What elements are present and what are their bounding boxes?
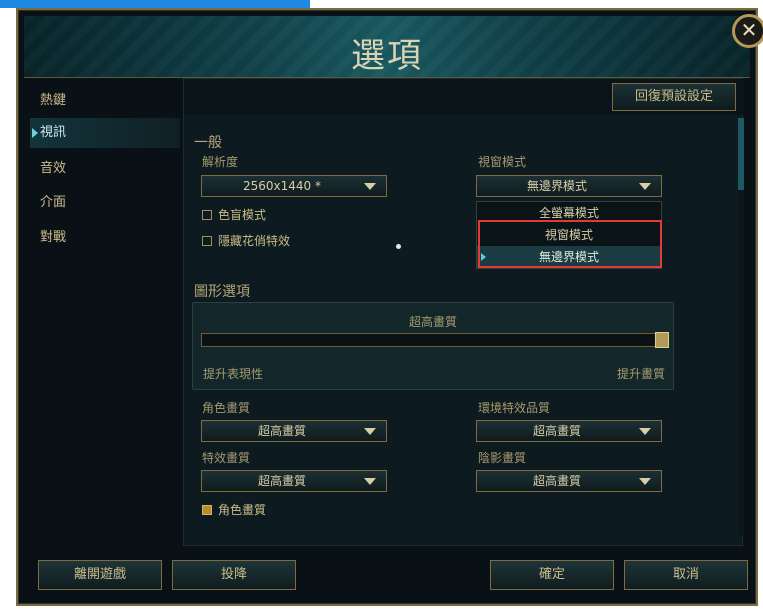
graphics-level-label: 超高畫質 [408, 315, 457, 329]
hide-flair-checkbox-row[interactable]: 隱藏花俏特效 [202, 232, 290, 249]
scrollbar[interactable] [738, 118, 744, 536]
scroll-thumb[interactable] [738, 118, 744, 190]
shadow-quality-label: 陰影畫質 [478, 451, 527, 465]
resolution-dropdown[interactable]: 2560x1440 * [201, 175, 387, 197]
bottom-bar: 離開遊戲 投降 確定 取消 [26, 554, 752, 600]
sidebar-item-video[interactable]: 視訊 [30, 118, 180, 148]
character-inking-label: 角色畫質 [218, 503, 267, 517]
close-button[interactable]: ✕ [732, 14, 763, 48]
graphics-heading: 圖形選項 [194, 284, 250, 300]
sidebar-item-label: 介面 [40, 195, 67, 210]
colorblind-label: 色盲模式 [218, 208, 267, 222]
chevron-down-icon [639, 478, 651, 485]
annotation-highlight-box [478, 220, 662, 268]
performance-label: 提升表現性 [203, 367, 264, 381]
active-arrow-icon [32, 128, 38, 138]
character-quality-label: 角色畫質 [202, 401, 251, 415]
effects-quality-label: 特效畫質 [202, 451, 251, 465]
hide-flair-label: 隱藏花俏特效 [218, 234, 291, 248]
mouse-cursor-dot [396, 244, 401, 249]
top-caption-strip [0, 0, 310, 8]
sidebar-item-interface[interactable]: 介面 [30, 188, 180, 218]
colorblind-checkbox-row[interactable]: 色盲模式 [202, 206, 266, 223]
sidebar: 熱鍵 視訊 音效 介面 對戰 [30, 78, 180, 548]
title-bar: 選項 [24, 16, 750, 78]
environment-quality-label: 環境特效品質 [478, 401, 551, 415]
general-heading: 一般 [194, 135, 222, 151]
environment-quality-dropdown[interactable]: 超高畫質 [476, 420, 662, 442]
sidebar-item-label: 音效 [40, 161, 67, 176]
window-mode-label: 視窗模式 [478, 155, 527, 169]
sidebar-item-label: 熱鍵 [40, 93, 67, 108]
resolution-label: 解析度 [202, 155, 239, 169]
sidebar-item-sound[interactable]: 音效 [30, 154, 180, 184]
character-quality-dropdown[interactable]: 超高畫質 [201, 420, 387, 442]
graphics-quality-slider[interactable] [201, 332, 669, 348]
confirm-button[interactable]: 確定 [490, 560, 614, 590]
sidebar-item-label: 對戰 [40, 230, 67, 245]
exit-game-button[interactable]: 離開遊戲 [38, 560, 162, 590]
dialog-title: 選項 [351, 36, 423, 76]
character-quality-value: 超高畫質 [257, 424, 306, 438]
window-mode-dropdown[interactable]: 無邊界模式 [476, 175, 662, 197]
chevron-down-icon [639, 183, 651, 190]
sidebar-item-hotkeys[interactable]: 熱鍵 [30, 86, 180, 116]
window-mode-value: 無邊界模式 [526, 179, 587, 193]
chevron-down-icon [364, 183, 376, 190]
close-icon: ✕ [740, 18, 758, 42]
shadow-quality-value: 超高畫質 [532, 474, 581, 488]
cancel-button[interactable]: 取消 [624, 560, 748, 590]
character-inking-checkbox-row[interactable]: 角色畫質 [202, 501, 266, 518]
surrender-button[interactable]: 投降 [172, 560, 296, 590]
hide-flair-checkbox[interactable] [202, 236, 212, 246]
shadow-quality-dropdown[interactable]: 超高畫質 [476, 470, 662, 492]
character-inking-checkbox[interactable] [202, 505, 212, 515]
environment-quality-value: 超高畫質 [532, 424, 581, 438]
slider-handle[interactable] [655, 332, 669, 348]
quality-label: 提升畫質 [616, 367, 665, 381]
chevron-down-icon [639, 428, 651, 435]
restore-defaults-button[interactable]: 回復預設設定 [612, 83, 736, 111]
sidebar-item-game[interactable]: 對戰 [30, 223, 180, 253]
effects-quality-dropdown[interactable]: 超高畫質 [201, 470, 387, 492]
effects-quality-value: 超高畫質 [257, 474, 306, 488]
colorblind-checkbox[interactable] [202, 210, 212, 220]
resolution-value: 2560x1440 * [243, 179, 321, 193]
graphics-quality-box: 超高畫質 提升表現性 提升畫質 [192, 302, 674, 390]
chevron-down-icon [364, 478, 376, 485]
sidebar-item-label: 視訊 [40, 125, 67, 140]
chevron-down-icon [364, 428, 376, 435]
